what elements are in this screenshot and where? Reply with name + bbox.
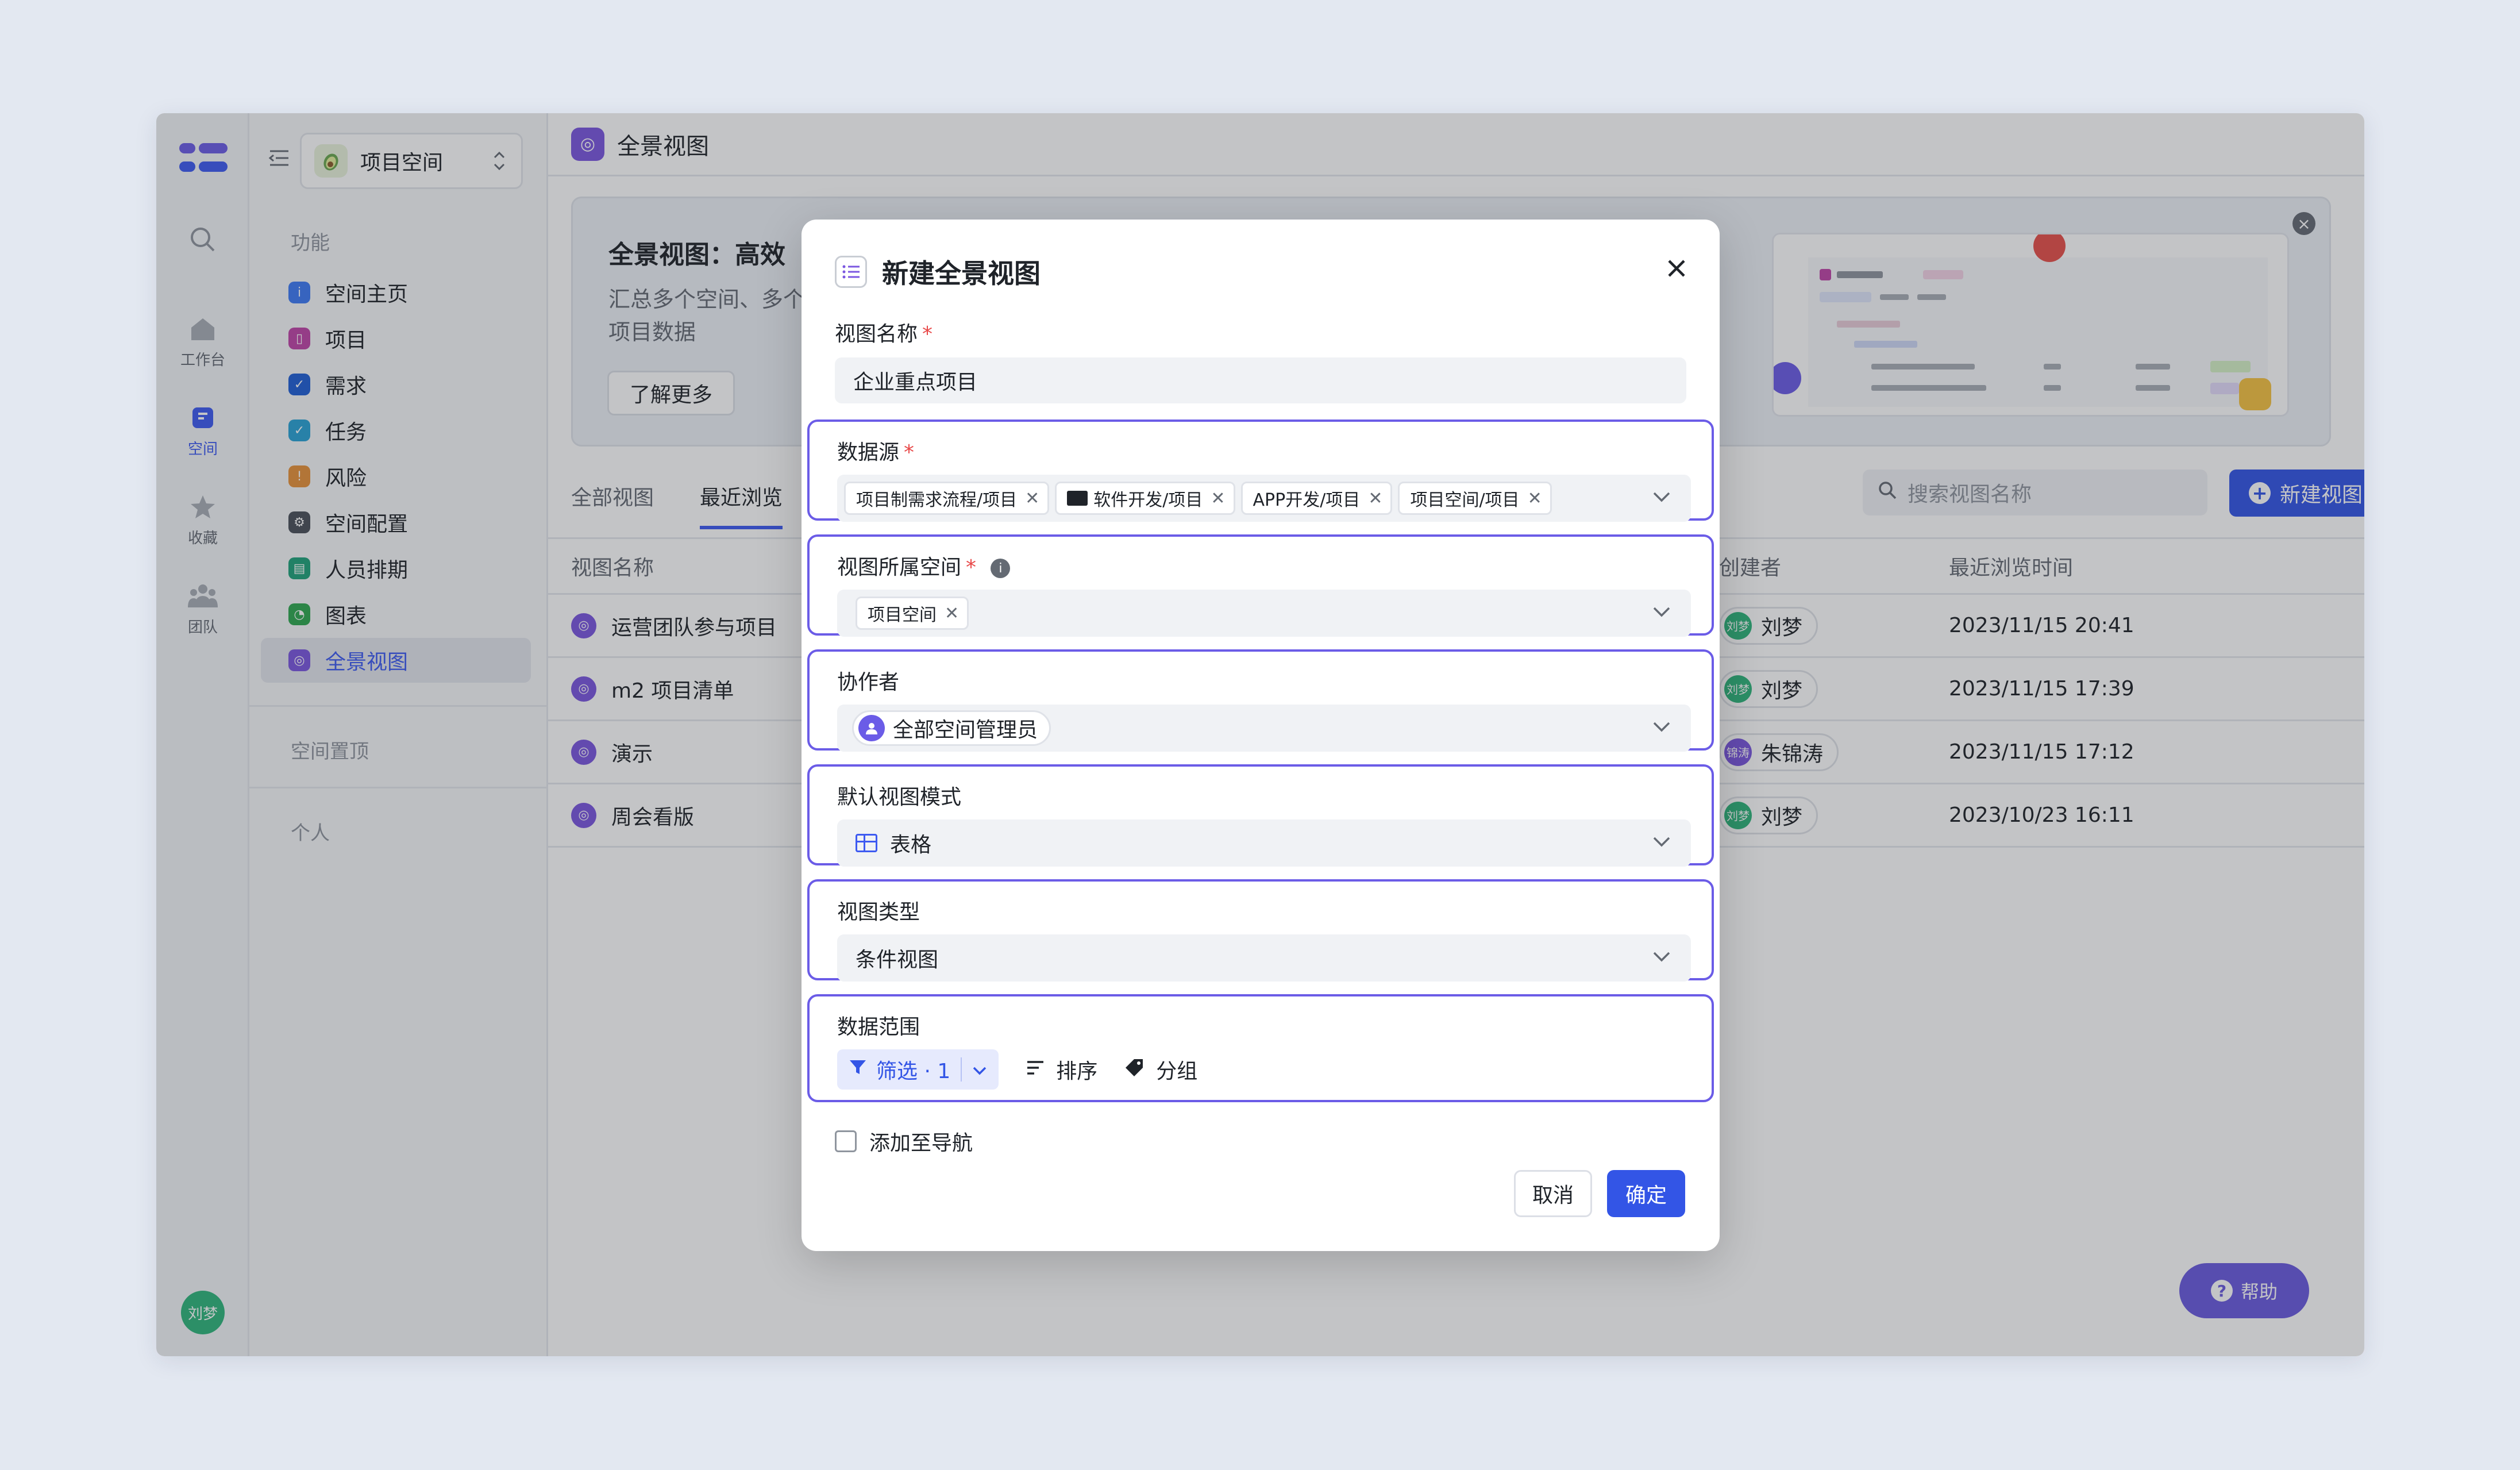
checkbox-label: 添加至导航: [869, 1132, 973, 1155]
add-to-nav-checkbox[interactable]: 添加至导航: [835, 1126, 973, 1156]
data-range-field: 数据范围 筛选 · 1 排序 分组: [807, 994, 1714, 1102]
close-icon[interactable]: [1667, 254, 1686, 283]
table-icon: [856, 834, 877, 852]
sort-button[interactable]: 排序: [1026, 1055, 1097, 1084]
filter-button[interactable]: 筛选 · 1: [837, 1049, 999, 1090]
view-space-select[interactable]: 项目空间 ✕: [837, 590, 1691, 637]
space-tag: 项目空间 ✕: [856, 597, 969, 630]
collaborator-field: 协作者 全部空间管理员: [807, 649, 1714, 752]
tag-icon: [1125, 1057, 1145, 1082]
collaborator-chip: 全部空间管理员: [852, 710, 1051, 746]
view-name-input[interactable]: 企业重点项目: [835, 357, 1686, 403]
default-view-mode-field: 默认视图模式 表格: [807, 764, 1714, 867]
info-icon[interactable]: i: [991, 559, 1011, 578]
sort-icon: [1026, 1058, 1045, 1081]
checkbox-box[interactable]: [835, 1130, 857, 1152]
data-source-tag: APP开发/项目 ✕: [1240, 482, 1393, 515]
field-label: 视图类型: [837, 901, 920, 924]
remove-tag-icon[interactable]: ✕: [1211, 488, 1225, 509]
remove-tag-icon[interactable]: ✕: [1368, 488, 1382, 509]
data-range-controls: 筛选 · 1 排序 分组: [837, 1049, 1691, 1090]
view-type-select[interactable]: 条件视图: [837, 934, 1691, 982]
data-source-tag: 软件开发/项目 ✕: [1055, 482, 1235, 515]
filter-icon: [849, 1058, 867, 1082]
field-label: 默认视图模式: [837, 786, 962, 809]
field-label: 数据范围: [837, 1015, 920, 1039]
filter-label: 筛选 · 1: [876, 1060, 951, 1083]
view-name-field: 视图名称 * 企业重点项目: [835, 317, 1686, 403]
collaborator-select[interactable]: 全部空间管理员: [837, 705, 1691, 752]
remove-tag-icon[interactable]: ✕: [945, 603, 959, 624]
field-label: 数据源 *: [837, 441, 915, 464]
data-source-field: 数据源 * 项目制需求流程/项目 ✕ 软件开发/项目 ✕ APP开发/项目 ✕ 项目空间…: [807, 420, 1714, 522]
chevron-down-icon: [1652, 715, 1671, 738]
data-source-tag: 项目空间/项目 ✕: [1398, 482, 1552, 515]
data-source-tag: 项目制需求流程/项目 ✕: [844, 482, 1050, 515]
selected-value: 条件视图: [856, 948, 939, 972]
group-button[interactable]: 分组: [1125, 1055, 1197, 1084]
cancel-button[interactable]: 取消: [1514, 1170, 1592, 1217]
field-label: 视图名称 *: [835, 322, 933, 346]
sort-label: 排序: [1056, 1060, 1098, 1083]
field-label: 协作者: [837, 671, 900, 694]
confirm-button[interactable]: 确定: [1607, 1170, 1685, 1217]
chevron-down-icon: [1652, 945, 1671, 968]
user-group-icon: [858, 715, 885, 741]
selected-value: 表格: [890, 833, 932, 857]
field-label: 视图所属空间 * i: [837, 551, 1691, 580]
group-label: 分组: [1156, 1060, 1198, 1083]
laptop-icon: [1067, 491, 1088, 506]
data-source-select[interactable]: 项目制需求流程/项目 ✕ 软件开发/项目 ✕ APP开发/项目 ✕ 项目空间/项目 ✕: [837, 475, 1691, 522]
dialog-title: 新建全景视图: [882, 258, 1041, 289]
new-panorama-view-dialog: 新建全景视图 视图名称 * 企业重点项目 数据源 * 项目制需求流程/项目 ✕ 软件开…: [802, 220, 1720, 1251]
dialog-header: 新建全景视图: [835, 253, 1041, 291]
list-icon: [835, 256, 867, 288]
chevron-down-icon: [1652, 485, 1671, 509]
remove-tag-icon[interactable]: ✕: [1025, 488, 1039, 509]
chevron-down-icon: [1652, 830, 1671, 853]
chevron-down-icon[interactable]: [972, 1058, 987, 1082]
remove-tag-icon[interactable]: ✕: [1528, 488, 1542, 509]
divider: [961, 1057, 962, 1082]
view-type-field: 视图类型 条件视图: [807, 879, 1714, 982]
view-space-field: 视图所属空间 * i 项目空间 ✕: [807, 534, 1714, 637]
chevron-down-icon: [1652, 600, 1671, 624]
default-view-mode-select[interactable]: 表格: [837, 819, 1691, 867]
